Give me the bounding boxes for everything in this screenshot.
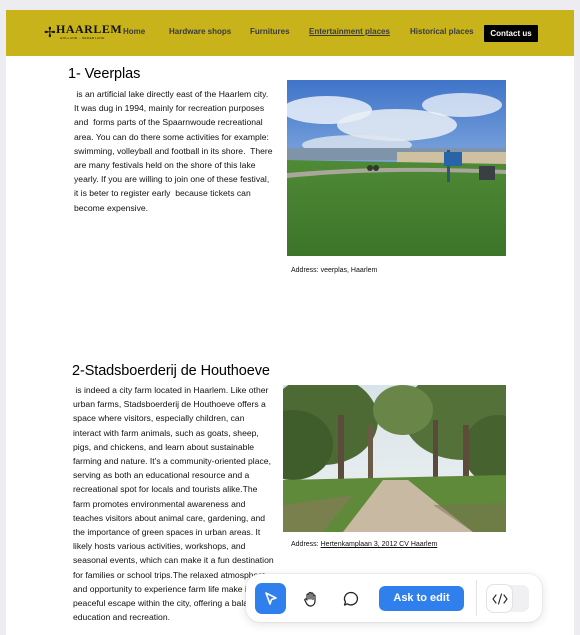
- nav-link-furnitures[interactable]: Furnitures: [250, 27, 290, 36]
- page: ✢ HAARLEM HOLLAND · NEDERLAND Home Hardw…: [6, 10, 574, 635]
- address-prefix: Address:: [291, 541, 321, 548]
- nav-link-entertainment-places[interactable]: Entertainment places: [309, 27, 390, 36]
- paragraph-line: and forms parts of the Spaarnwoude recre…: [74, 117, 263, 128]
- paragraph-line: urban farms, Stadsboerderij de Houthoeve…: [73, 399, 266, 410]
- paragraph-line: area. You can do there some activities f…: [74, 131, 269, 142]
- paragraph-line: swimming, volleyball and football in its…: [74, 145, 273, 156]
- nav-link-historical-places[interactable]: Historical places: [410, 27, 474, 36]
- paragraph-line: the importance of green spaces in urban …: [73, 527, 261, 538]
- code-toggle[interactable]: [487, 585, 529, 612]
- paragraph-line: yearly. If you are willing to join one o…: [74, 174, 270, 185]
- paragraph-line: teaches visitors about animal care, gard…: [73, 512, 266, 523]
- paragraph-line: education and recreation.: [73, 612, 170, 623]
- select-tool-button[interactable]: [255, 583, 286, 614]
- paragraph-line: interact with farm animals, such as goat…: [73, 427, 259, 438]
- paragraph-line: are many festivals held on the shore of …: [74, 160, 256, 171]
- paragraph-line: farming and nature. It's a community-ori…: [73, 456, 271, 467]
- paragraph-line: peaceful escape within the city, offerin…: [73, 598, 272, 609]
- logo-text: HAARLEM: [56, 22, 123, 36]
- logo-subtext: HOLLAND · NEDERLAND: [60, 36, 105, 40]
- lake-shore-photo: [287, 80, 506, 256]
- paragraph-line: farm promotes environmental awareness an…: [73, 498, 246, 509]
- code-toggle-knob: [487, 585, 512, 612]
- comment-icon: [343, 591, 358, 606]
- windmill-icon: ✢: [44, 24, 56, 40]
- paragraph-line: it is beter to register early because ti…: [74, 188, 251, 199]
- contact-us-button[interactable]: Contact us: [484, 25, 538, 42]
- toolbar-divider: [476, 580, 477, 616]
- code-icon: [491, 592, 508, 605]
- lake-shore-image: [287, 80, 506, 256]
- section-title-veerplas: 1- Veerplas: [68, 66, 141, 82]
- address-veerplas: Address: veerplas, Haarlem: [291, 267, 378, 274]
- nav-link-home[interactable]: Home: [123, 27, 145, 36]
- cursor-icon: [264, 591, 277, 605]
- section-description-veerplas: is an artificial lake directly east of t…: [74, 87, 290, 215]
- address-houthoeve: Address: Hertenkamplaan 3, 2012 CV Haarl…: [291, 541, 437, 548]
- paragraph-line: is indeed a city farm located in Haarlem…: [73, 385, 269, 395]
- paragraph-line: become expensive.: [74, 202, 149, 213]
- nav-link-hardware-shops[interactable]: Hardware shops: [169, 27, 231, 36]
- edit-toolbar: Ask to edit: [246, 574, 542, 622]
- paragraph-line: seasonal events, which can make it a fun…: [73, 555, 274, 566]
- paragraph-line: for families or school trips.The relaxed…: [73, 569, 266, 580]
- pan-tool-button[interactable]: [295, 583, 326, 614]
- hand-icon: [303, 591, 316, 607]
- paragraph-line: pigs, and chickens, and learn about sust…: [73, 441, 255, 452]
- park-path-image: [283, 385, 506, 532]
- paragraph-line: is an artificial lake directly east of t…: [74, 89, 269, 99]
- ask-to-edit-button[interactable]: Ask to edit: [379, 586, 464, 611]
- paragraph-line: recreational spot for locals and tourist…: [73, 484, 258, 495]
- paragraph-line: It was dug in 1994, mainly for recreatio…: [74, 103, 265, 114]
- paragraph-line: likely hosts various activities, worksho…: [73, 541, 246, 552]
- paragraph-line: and opportunity to experience farm life …: [73, 583, 257, 594]
- section-title-houthoeve: 2-Stadsboerderij de Houthoeve: [72, 363, 270, 379]
- park-path-photo: [283, 385, 506, 532]
- paragraph-line: serving as both an educational resource …: [73, 470, 250, 481]
- paragraph-line: space where visitors, especially childre…: [73, 413, 245, 424]
- comment-tool-button[interactable]: [335, 583, 366, 614]
- navbar: ✢ HAARLEM HOLLAND · NEDERLAND Home Hardw…: [6, 10, 574, 56]
- address-link-houthoeve[interactable]: Hertenkamplaan 3, 2012 CV Haarlem: [321, 541, 438, 548]
